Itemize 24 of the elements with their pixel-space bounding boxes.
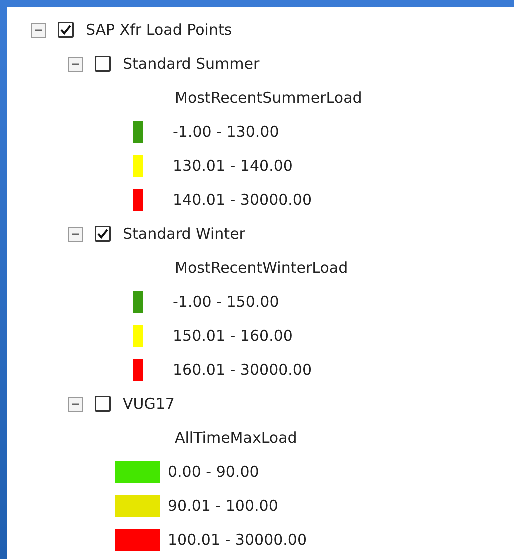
collapse-icon[interactable]	[68, 396, 83, 412]
class-label: 100.01 - 30000.00	[168, 531, 308, 549]
layer-name[interactable]: Standard Summer	[123, 55, 260, 73]
class-label: 150.01 - 160.00	[173, 327, 293, 345]
class-label: 160.01 - 30000.00	[173, 361, 312, 379]
layer-name[interactable]: Standard Winter	[123, 225, 246, 243]
layer-name[interactable]: SAP Xfr Load Points	[86, 21, 232, 39]
class-label: -1.00 - 130.00	[173, 123, 280, 141]
checkbox[interactable]	[95, 226, 111, 242]
class-label: 140.01 - 30000.00	[173, 191, 312, 209]
field-name: MostRecentSummerLoad	[175, 89, 362, 107]
collapse-icon[interactable]	[68, 56, 83, 72]
field-name: MostRecentWinterLoad	[175, 259, 348, 277]
class-label: -1.00 - 150.00	[173, 293, 280, 311]
checkbox[interactable]	[95, 56, 111, 72]
field-name: AllTimeMaxLoad	[175, 429, 298, 447]
layer-name[interactable]: VUG17	[123, 395, 175, 413]
checkbox[interactable]	[58, 22, 74, 38]
collapse-icon[interactable]	[68, 226, 83, 242]
class-label: 130.01 - 140.00	[173, 157, 293, 175]
collapse-icon[interactable]	[31, 22, 46, 38]
class-label: 90.01 - 100.00	[168, 497, 278, 515]
checkbox[interactable]	[95, 396, 111, 412]
class-label: 0.00 - 90.00	[168, 463, 260, 481]
